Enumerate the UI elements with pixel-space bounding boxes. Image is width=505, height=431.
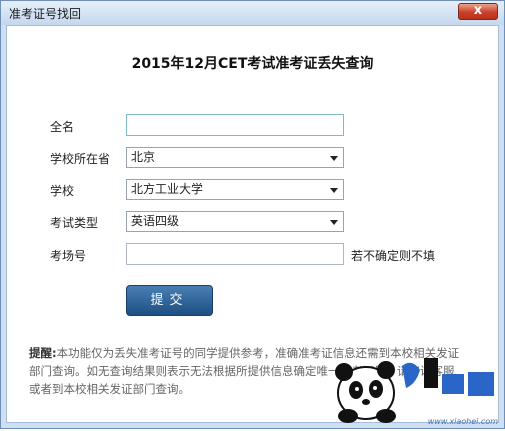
exam-room-label: 考场号: [50, 249, 87, 263]
notice-title: 提醒:: [29, 346, 57, 360]
exam-type-value: 英语四级: [131, 214, 180, 228]
province-label: 学校所在省: [50, 152, 111, 166]
school-label: 学校: [50, 184, 75, 198]
title-bar[interactable]: 准考证号找回 x: [1, 1, 504, 25]
panda-logo-icon: [335, 358, 494, 423]
submit-button[interactable]: 提交: [126, 285, 213, 316]
window-title: 准考证号找回: [9, 7, 82, 21]
chevron-down-icon: [330, 188, 338, 193]
school-value: 北方工业大学: [131, 182, 204, 196]
close-button[interactable]: x: [458, 3, 498, 20]
watermark-logo: www.xiaohei.com: [324, 338, 504, 428]
close-icon: x: [473, 3, 483, 18]
dialog-window: 准考证号找回 x 2015年12月CET考试准考证丢失查询 全名 学校所在省 北…: [0, 0, 505, 429]
exam-room-input[interactable]: [126, 243, 344, 265]
chevron-down-icon: [330, 220, 338, 225]
watermark-url: www.xiaohei.com: [427, 417, 498, 426]
full-name-label: 全名: [50, 120, 75, 134]
exam-room-hint: 若不确定则不填: [351, 249, 436, 263]
exam-type-select[interactable]: 英语四级: [126, 211, 344, 232]
school-select[interactable]: 北方工业大学: [126, 179, 344, 200]
exam-type-label: 考试类型: [50, 216, 99, 230]
form-heading: 2015年12月CET考试准考证丢失查询: [131, 56, 374, 72]
full-name-input[interactable]: [126, 114, 344, 136]
province-select[interactable]: 北京: [126, 147, 344, 168]
province-value: 北京: [131, 150, 156, 164]
chevron-down-icon: [330, 156, 338, 161]
